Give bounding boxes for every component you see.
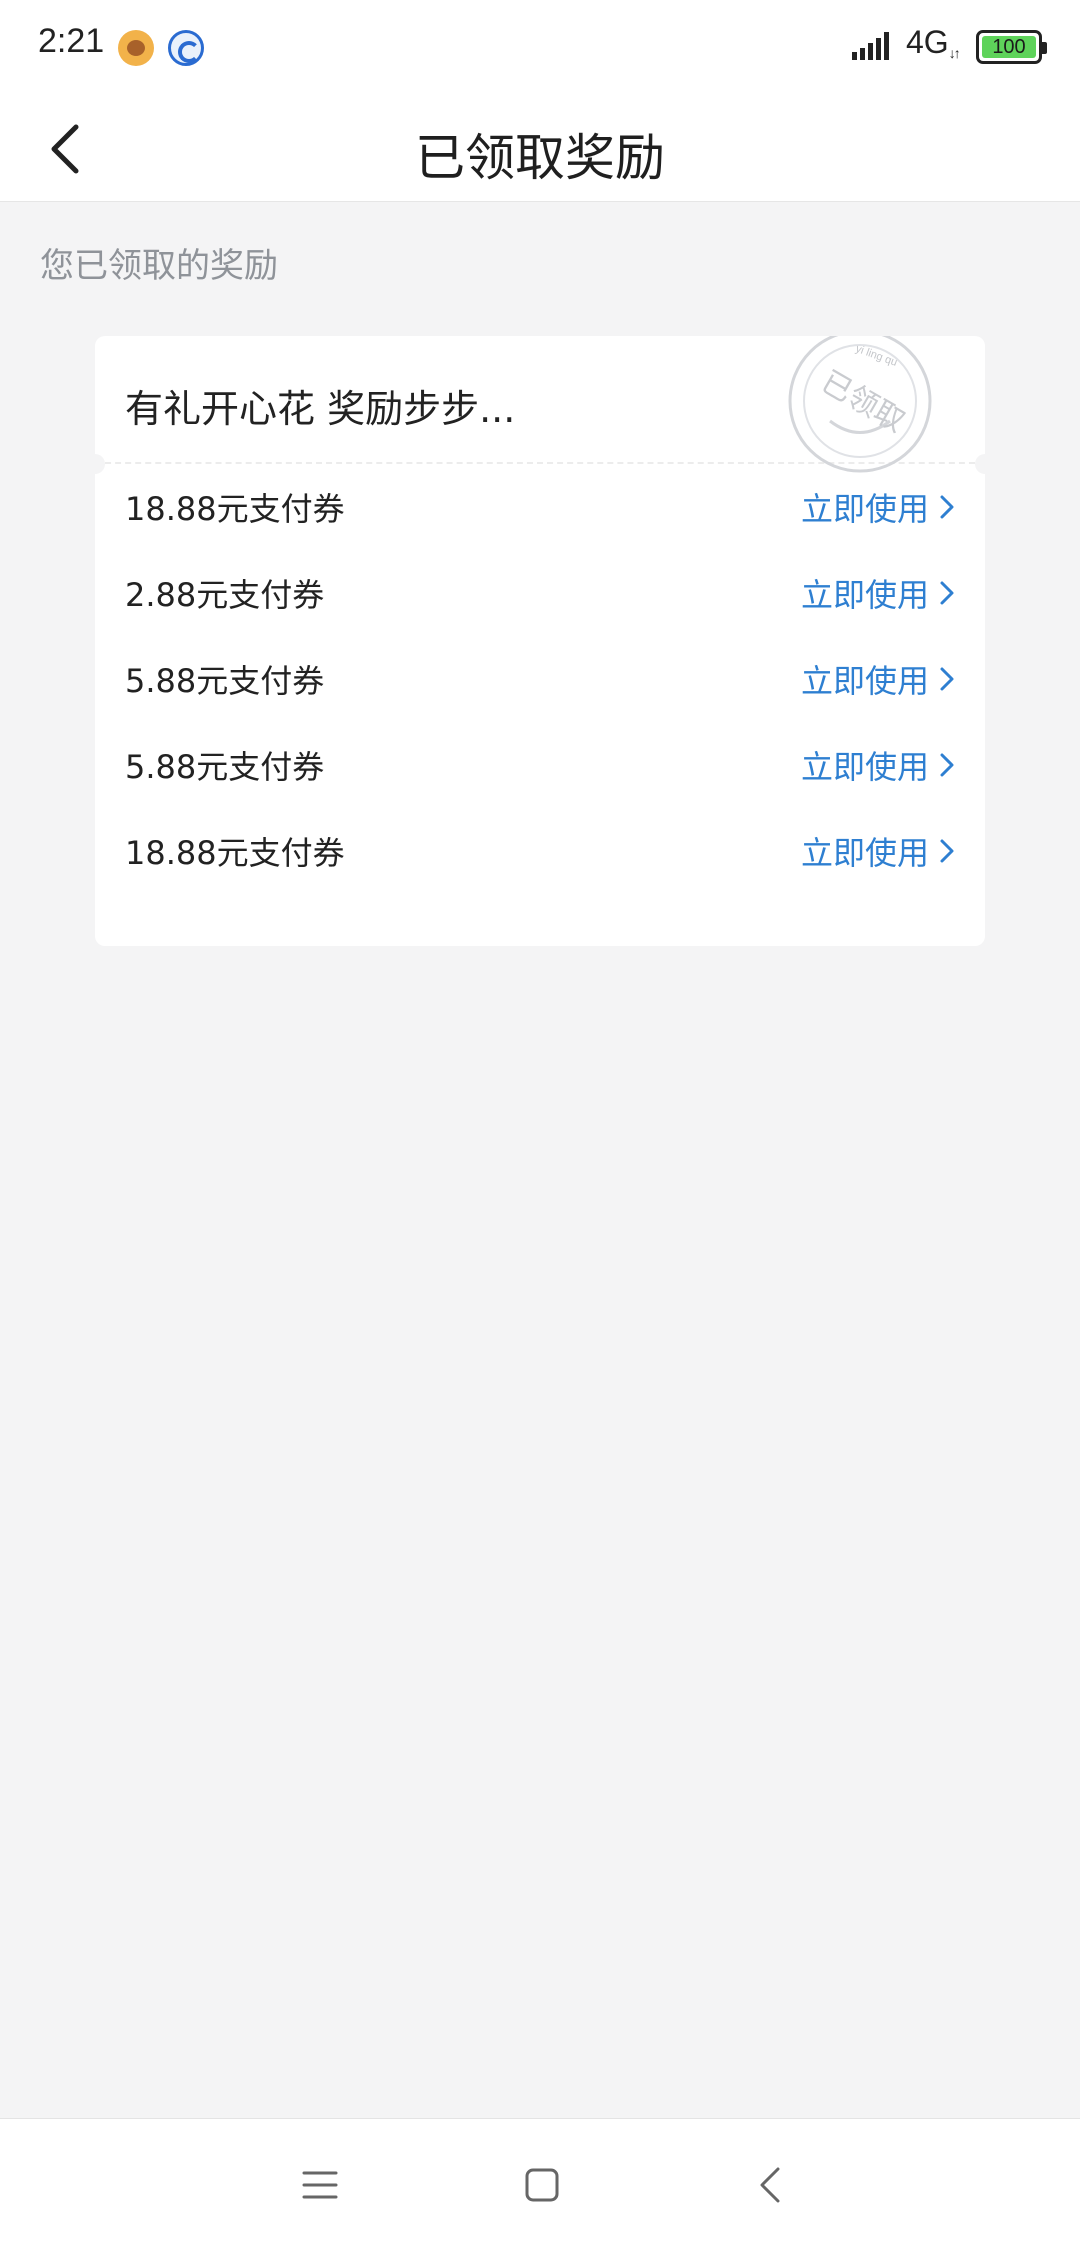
- reward-row: 5.88元支付券 立即使用: [95, 636, 985, 722]
- reward-row: 18.88元支付券 立即使用: [95, 464, 985, 550]
- chevron-right-icon: [940, 753, 954, 777]
- page-title: 已领取奖励: [415, 129, 665, 187]
- reward-row: 5.88元支付券 立即使用: [95, 722, 985, 808]
- blue-app-icon: [168, 30, 204, 66]
- claimed-stamp: yi ling qu 已领取: [788, 336, 932, 473]
- home-button[interactable]: [514, 2157, 570, 2213]
- status-time: 2:21: [38, 22, 105, 60]
- use-now-label: 立即使用: [800, 576, 929, 614]
- reward-row: 2.88元支付券 立即使用: [95, 550, 985, 636]
- use-now-button[interactable]: 立即使用: [801, 828, 955, 874]
- reward-name: 2.88元支付券: [125, 576, 325, 614]
- system-nav-bar: [0, 2118, 1080, 2248]
- menu-icon: [302, 2171, 338, 2199]
- reward-row: 18.88元支付券 立即使用: [95, 808, 985, 894]
- chevron-right-icon: [940, 667, 954, 691]
- reward-card: 有礼开心花 奖励步步... yi ling qu 已领取 18.88元支付券 立…: [95, 336, 985, 946]
- home-icon: [525, 2168, 559, 2202]
- use-now-label: 立即使用: [800, 490, 929, 528]
- battery-icon: 100: [976, 30, 1047, 64]
- use-now-button[interactable]: 立即使用: [801, 570, 955, 616]
- recent-apps-button[interactable]: [292, 2157, 348, 2213]
- use-now-label: 立即使用: [800, 662, 929, 700]
- use-now-label: 立即使用: [800, 748, 929, 786]
- reward-name: 5.88元支付券: [125, 662, 325, 700]
- stamp-text: 已领取: [815, 364, 910, 439]
- use-now-label: 立即使用: [800, 834, 929, 872]
- use-now-button[interactable]: 立即使用: [801, 484, 955, 530]
- status-bar: 2:21 4G↓↑ 100: [0, 0, 1080, 96]
- reward-name: 18.88元支付券: [125, 490, 345, 528]
- battery-level: 100: [982, 36, 1036, 58]
- network-type: 4G↓↑: [906, 24, 961, 61]
- use-now-button[interactable]: 立即使用: [801, 656, 955, 702]
- back-icon: [760, 2167, 780, 2203]
- use-now-button[interactable]: 立即使用: [801, 742, 955, 788]
- reward-list: 18.88元支付券 立即使用 2.88元支付券 立即使用 5.88元支付券 立即…: [95, 464, 985, 894]
- system-back-button[interactable]: [742, 2157, 798, 2213]
- card-title: 有礼开心花 奖励步步...: [125, 387, 516, 431]
- title-bar: 已领取奖励: [0, 96, 1080, 202]
- reward-name: 18.88元支付券: [125, 834, 345, 872]
- signal-icon: [852, 32, 889, 60]
- bear-app-icon: [118, 30, 154, 66]
- chevron-right-icon: [940, 495, 954, 519]
- network-label: 4G: [906, 24, 949, 60]
- section-label: 您已领取的奖励: [40, 246, 278, 286]
- chevron-right-icon: [940, 581, 954, 605]
- chevron-right-icon: [940, 839, 954, 863]
- card-header: 有礼开心花 奖励步步... yi ling qu 已领取: [95, 336, 985, 474]
- reward-name: 5.88元支付券: [125, 748, 325, 786]
